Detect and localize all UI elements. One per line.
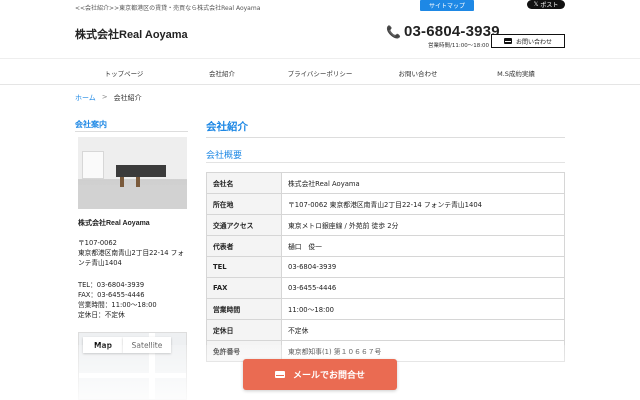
business-hours: 営業時間/11:00～18:00 — [428, 43, 490, 49]
table-row: 会社名 株式会社Real Aoyama — [206, 172, 565, 194]
office-photo — [78, 137, 187, 209]
mail-contact-label: メールでお問合せ — [292, 371, 365, 381]
header-phone[interactable]: 📞 03-6804-3939 — [386, 23, 500, 40]
nav-item-company[interactable]: 会社紹介 — [173, 59, 271, 86]
photo-stool — [136, 177, 140, 187]
row-value: 〒107-0062 東京都港区南青山2丁目22-14 フォンテ青山1404 — [281, 193, 565, 215]
row-value: 東京メトロ銀座線 / 外苑前 徒歩 2分 — [281, 214, 565, 236]
x-logo-icon: 𝕏 — [533, 1, 539, 8]
table-row: 代表者 樋口 俊一 — [206, 235, 565, 257]
sitemap-button[interactable]: サイトマップ — [420, 0, 474, 11]
photo-window — [82, 151, 104, 179]
row-value: 11:00～18:00 — [281, 298, 565, 320]
site-brand[interactable]: 株式会社Real Aoyama — [75, 26, 188, 42]
site-tagline: <<会社紹介>>東京都港区の賃貸・売買なら株式会社Real Aoyama — [75, 5, 261, 12]
mail-icon — [503, 38, 512, 44]
row-label: 会社名 — [206, 172, 282, 194]
row-label: FAX — [206, 277, 282, 299]
section-title: 会社概要 — [206, 151, 243, 161]
row-value: 03-6804-3939 — [281, 256, 565, 278]
row-label: TEL — [206, 256, 282, 278]
row-value: 03-6455-4446 — [281, 277, 565, 299]
contact-button[interactable]: お問い合わせ — [491, 34, 565, 48]
photo-floor — [78, 185, 187, 209]
row-value: 樋口 俊一 — [281, 235, 565, 257]
section-divider — [206, 162, 565, 163]
photo-stool — [120, 177, 124, 187]
sidebar-holiday: 定休日：不定休 — [78, 311, 125, 319]
company-info-table: 会社名 株式会社Real Aoyama 所在地 〒107-0062 東京都港区南… — [206, 172, 565, 362]
row-label: 営業時間 — [206, 298, 282, 320]
mail-icon — [274, 371, 285, 378]
sidebar-tel: TEL：03-6804-3939 — [78, 281, 145, 289]
mail-contact-button[interactable]: メールでお問合せ — [243, 359, 397, 390]
photo-counter — [116, 165, 166, 177]
phone-number: 03-6804-3939 — [403, 23, 500, 40]
page-title-divider — [206, 137, 565, 138]
table-row: FAX 03-6455-4446 — [206, 277, 565, 299]
sidebar-divider — [75, 131, 188, 132]
sidebar-postal: 〒107-0062 — [78, 239, 117, 247]
table-row: 営業時間 11:00～18:00 — [206, 298, 565, 320]
breadcrumb-home[interactable]: ホーム — [75, 93, 96, 103]
row-label: 交通アクセス — [206, 214, 282, 236]
table-row: TEL 03-6804-3939 — [206, 256, 565, 278]
table-row: 交通アクセス 東京メトロ銀座線 / 外苑前 徒歩 2分 — [206, 214, 565, 236]
x-post-label: ポスト — [540, 2, 559, 9]
nav-item-top[interactable]: トップページ — [75, 59, 173, 86]
page-title: 会社紹介 — [206, 121, 248, 133]
breadcrumb-separator: > — [101, 93, 108, 101]
row-label: 所在地 — [206, 193, 282, 215]
nav-item-contact[interactable]: お問い合わせ — [369, 59, 467, 86]
contact-label: お問い合わせ — [515, 38, 552, 46]
sidebar-address: 東京都港区南青山2丁目22-14 フォ — [78, 249, 185, 257]
row-label: 定休日 — [206, 319, 282, 341]
main-nav: トップページ 会社紹介 プライバシーポリシー お問い合わせ M.S成約実績 — [0, 58, 640, 85]
nav-item-privacy[interactable]: プライバシーポリシー — [271, 59, 369, 86]
table-row: 所在地 〒107-0062 東京都港区南青山2丁目22-14 フォンテ青山140… — [206, 193, 565, 215]
phone-icon: 📞 — [386, 24, 401, 39]
sidebar-address-line2: ンテ青山1404 — [78, 259, 122, 267]
sidebar-hours: 営業時間：11:00～18:00 — [78, 301, 157, 309]
breadcrumb: ホーム > 会社紹介 — [75, 93, 142, 103]
sidebar-title: 会社案内 — [75, 120, 107, 129]
breadcrumb-current: 会社紹介 — [113, 94, 142, 102]
row-label: 代表者 — [206, 235, 282, 257]
nav-item-results[interactable]: M.S成約実績 — [467, 59, 565, 86]
row-value: 不定休 — [281, 319, 565, 341]
sidebar-company-name: 株式会社Real Aoyama — [78, 220, 150, 227]
top-strip: <<会社紹介>>東京都港区の賃貸・売買なら株式会社Real Aoyama サイト… — [0, 0, 640, 14]
row-value: 株式会社Real Aoyama — [281, 172, 565, 194]
x-post-button[interactable]: 𝕏 ポスト — [527, 0, 565, 9]
table-row: 定休日 不定休 — [206, 319, 565, 341]
sidebar-fax: FAX：03-6455-4446 — [78, 291, 145, 299]
